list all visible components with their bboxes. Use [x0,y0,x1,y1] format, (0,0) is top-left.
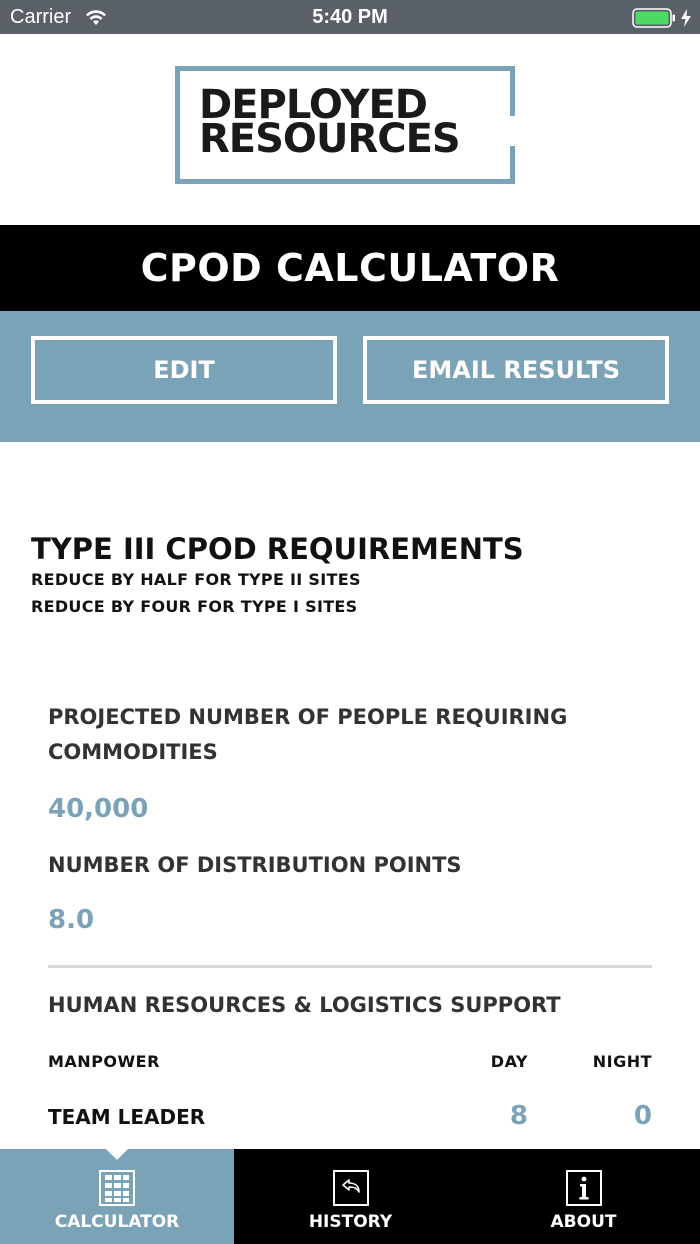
title-bar: CPOD CALCULATOR [0,225,700,311]
row-value-night: 0 [633,1101,652,1131]
active-tab-indicator [106,1149,128,1160]
logo-wordmark: DEPLOYED RESOURCES [199,85,529,162]
requirements-note-type-i: REDUCE BY FOUR FOR TYPE I SITES [31,597,358,616]
row-label-team-leader: TEAM LEADER [48,1105,206,1129]
row-value-day: 8 [509,1101,528,1131]
tab-about[interactable]: ABOUT [467,1149,700,1244]
tab-history[interactable]: HISTORY [234,1149,467,1244]
people-value: 40,000 [48,794,149,824]
column-header-night: NIGHT [592,1052,652,1071]
tab-label-history: HISTORY [308,1212,393,1232]
tab-label-calculator: CALCULATOR [54,1212,180,1232]
tab-calculator[interactable]: CALCULATOR [0,1149,234,1244]
hr-section-title: HUMAN RESOURCES & LOGISTICS SUPPORT [48,993,561,1017]
requirements-note-type-ii: REDUCE BY HALF FOR TYPE II SITES [31,570,361,589]
section-divider [48,965,652,968]
battery-icon [632,8,675,28]
info-icon [566,1170,602,1206]
status-bar: Carrier 5:40 PM [0,0,700,34]
charging-bolt-icon [681,9,691,27]
logo-line-2: RESOURCES [199,116,461,162]
history-icon [333,1170,369,1206]
page-title: CPOD CALCULATOR [140,246,560,290]
calculator-icon [99,1170,135,1206]
column-header-manpower: MANPOWER [48,1052,160,1071]
tab-label-about: ABOUT [550,1212,617,1232]
email-results-button[interactable]: EMAIL RESULTS [363,336,669,404]
company-logo: DEPLOYED RESOURCES [175,66,527,186]
tab-bar: CALCULATOR HISTORY ABOUT [0,1149,700,1244]
status-time: 5:40 PM [312,6,388,28]
action-panel: EDIT EMAIL RESULTS [0,311,700,442]
distribution-points-value: 8.0 [48,905,95,935]
column-header-day: DAY [490,1052,528,1071]
edit-button[interactable]: EDIT [31,336,337,404]
distribution-points-label: NUMBER OF DISTRIBUTION POINTS [48,853,462,877]
app-screen: Carrier 5:40 PM DEPLOYED RESOURCES CPOD … [0,0,700,1244]
people-label: PROJECTED NUMBER OF PEOPLE REQUIRING COM… [48,705,568,764]
requirements-title: TYPE III CPOD REQUIREMENTS [31,532,524,566]
